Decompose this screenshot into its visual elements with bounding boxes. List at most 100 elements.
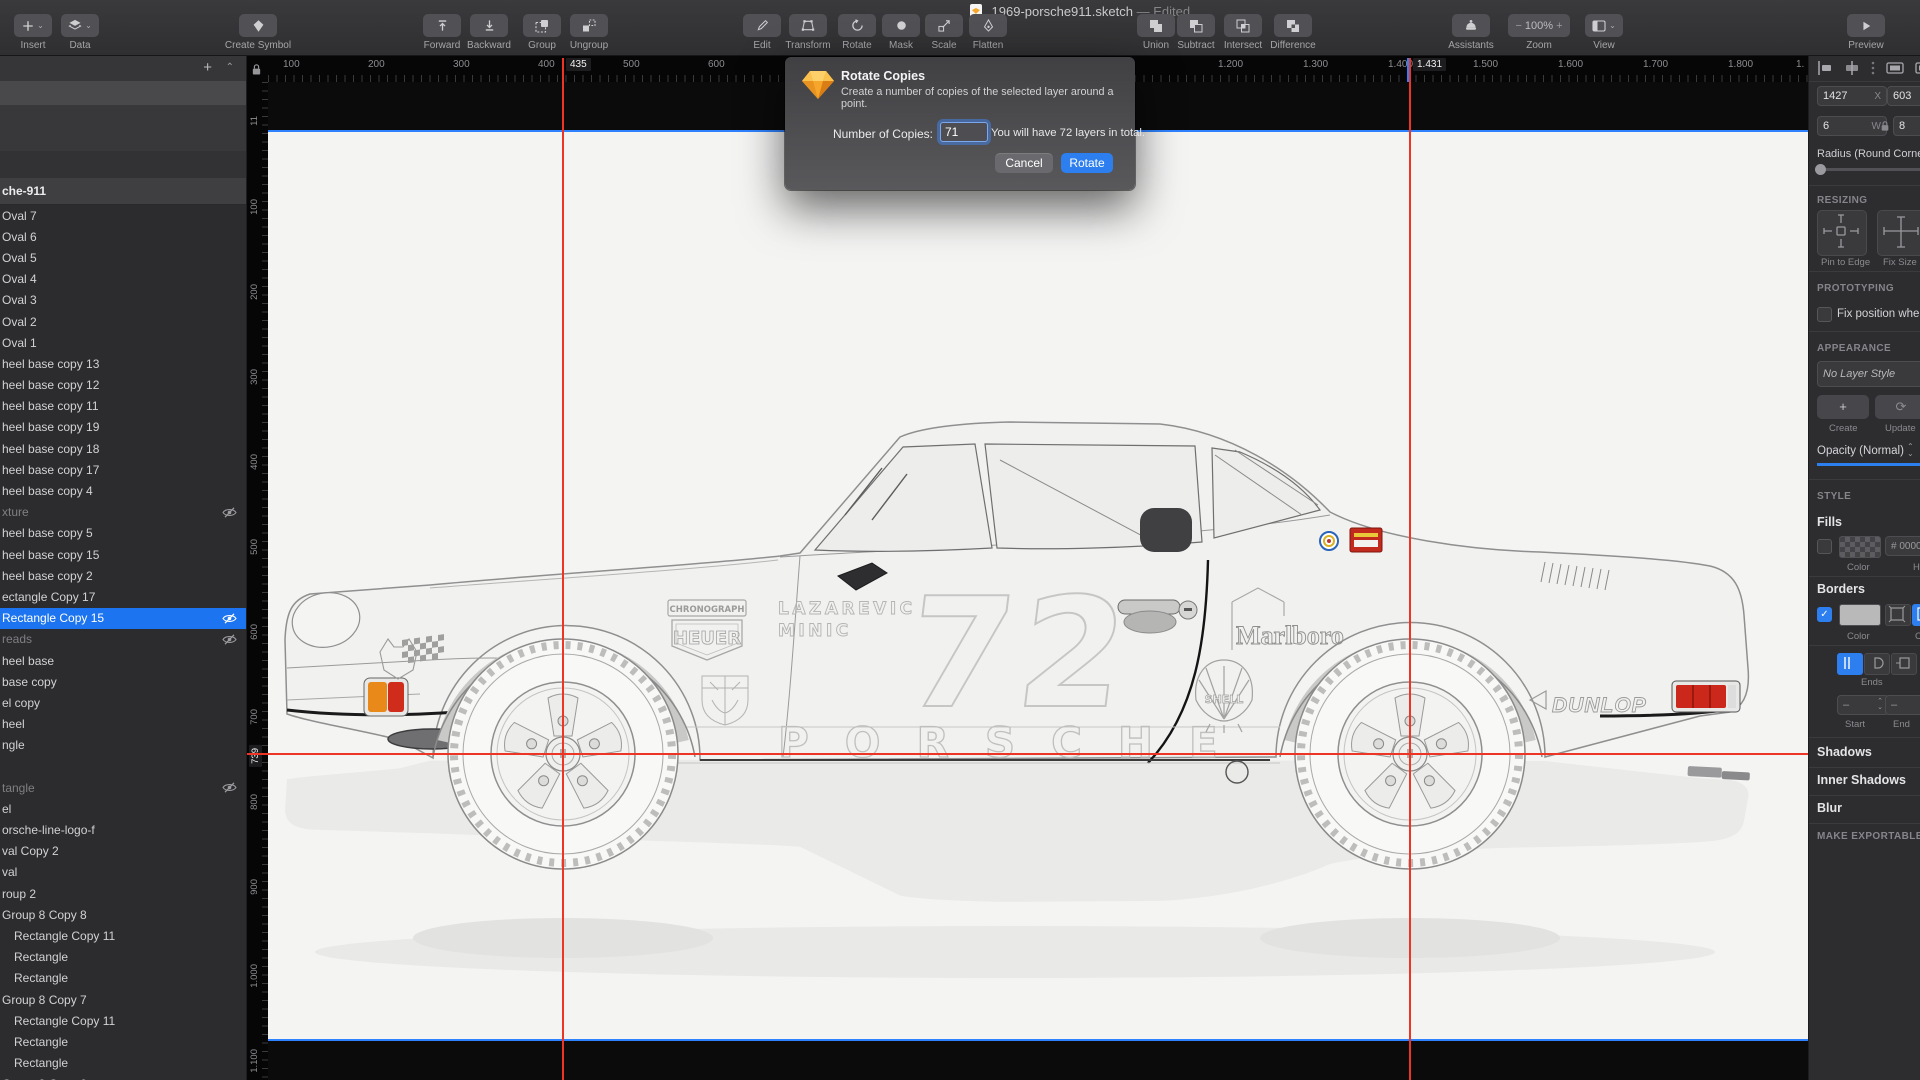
fill-hex-field[interactable]: # 00000 bbox=[1885, 536, 1920, 556]
hidden-eye-icon[interactable] bbox=[222, 634, 237, 645]
zoom-in-icon[interactable]: + bbox=[1556, 20, 1562, 32]
copies-input[interactable] bbox=[940, 122, 988, 142]
layer-row[interactable]: Oval 3 bbox=[0, 290, 246, 311]
layer-row[interactable]: Rectangle bbox=[0, 1053, 246, 1074]
layer-row[interactable]: Rectangle bbox=[0, 968, 246, 989]
layer-row[interactable]: heel base bbox=[0, 650, 246, 671]
border-center-button[interactable] bbox=[1912, 604, 1920, 626]
layer-row[interactable]: heel base copy 15 bbox=[0, 544, 246, 565]
layer-row[interactable]: roup 2 bbox=[0, 883, 246, 904]
hidden-eye-icon[interactable] bbox=[222, 782, 237, 793]
border-color-swatch[interactable] bbox=[1839, 604, 1881, 626]
zoom-out-icon[interactable]: − bbox=[1515, 20, 1521, 32]
rotate-button-confirm[interactable]: Rotate bbox=[1061, 153, 1113, 173]
layer-row[interactable]: heel bbox=[0, 714, 246, 735]
make-exportable-label[interactable]: MAKE EXPORTABLE bbox=[1817, 831, 1920, 842]
collapse-pages-icon[interactable]: ⌃ bbox=[226, 62, 234, 73]
view-button[interactable]: ⌄ View bbox=[1566, 14, 1642, 51]
layer-row[interactable]: Rectangle bbox=[0, 1031, 246, 1052]
layer-row[interactable]: Rectangle Copy 11 bbox=[0, 925, 246, 946]
layer-row[interactable]: val Copy 2 bbox=[0, 841, 246, 862]
layer-row[interactable]: Group 8 Copy 6 bbox=[0, 1074, 246, 1080]
fix-size-button[interactable] bbox=[1877, 210, 1920, 256]
layer-row[interactable]: val bbox=[0, 862, 246, 883]
align-left-icon[interactable] bbox=[1817, 60, 1833, 76]
layer-row[interactable]: Oval 4 bbox=[0, 269, 246, 290]
opacity-stepper-icon[interactable]: ⌃ ⌄ bbox=[1907, 443, 1914, 458]
difference-button[interactable]: Difference bbox=[1255, 14, 1331, 51]
layer-row[interactable]: Rectangle Copy 11 bbox=[0, 1010, 246, 1031]
cancel-button[interactable]: Cancel bbox=[995, 153, 1053, 173]
border-inside-button[interactable] bbox=[1885, 604, 1911, 626]
layer-row[interactable]: Oval 2 bbox=[0, 311, 246, 332]
align-center-icon[interactable] bbox=[1844, 60, 1860, 76]
ends-butt-button[interactable] bbox=[1837, 653, 1863, 675]
preview-button[interactable]: Preview bbox=[1828, 14, 1904, 51]
layer-row[interactable]: reads bbox=[0, 629, 246, 650]
layer-row[interactable]: heel base copy 17 bbox=[0, 459, 246, 480]
layer-row[interactable]: Oval 6 bbox=[0, 226, 246, 247]
layer-row[interactable]: base copy bbox=[0, 671, 246, 692]
horizontal-guide-739[interactable] bbox=[246, 753, 1808, 755]
arrow-end-select[interactable]: –⌃⌄ bbox=[1885, 695, 1920, 715]
align-middle-icon[interactable] bbox=[1915, 60, 1920, 76]
layer-row[interactable]: heel base copy 18 bbox=[0, 438, 246, 459]
align-top-icon[interactable] bbox=[1886, 60, 1904, 76]
selected-page-row[interactable] bbox=[0, 81, 246, 105]
ends-round-button[interactable] bbox=[1864, 653, 1890, 675]
fill-color-swatch[interactable] bbox=[1839, 536, 1881, 558]
x-position-field[interactable]: 1427 X bbox=[1817, 86, 1887, 106]
opacity-label[interactable]: Opacity (Normal) bbox=[1817, 445, 1904, 457]
layer-row[interactable] bbox=[0, 756, 246, 777]
lock-icon[interactable] bbox=[251, 63, 262, 76]
layer-row[interactable]: ectangle Copy 17 bbox=[0, 586, 246, 607]
radius-slider-knob[interactable] bbox=[1815, 164, 1826, 175]
layer-row[interactable]: Oval 5 bbox=[0, 247, 246, 268]
layer-row[interactable]: Oval 1 bbox=[0, 332, 246, 353]
opacity-slider[interactable] bbox=[1817, 463, 1920, 466]
layer-row[interactable]: Oval 7 bbox=[0, 205, 246, 226]
data-button[interactable]: ⌄ Data bbox=[42, 14, 118, 51]
lock-ratio-icon[interactable] bbox=[1880, 120, 1890, 132]
flatten-button[interactable]: Flatten bbox=[950, 14, 1026, 51]
add-page-icon[interactable]: + bbox=[203, 60, 212, 75]
shadows-section-label[interactable]: Shadows bbox=[1817, 745, 1872, 759]
layer-row[interactable]: heel base copy 4 bbox=[0, 480, 246, 501]
hidden-eye-icon[interactable] bbox=[222, 507, 237, 518]
layer-row[interactable]: Rectangle Copy 15 bbox=[0, 607, 246, 629]
layer-row[interactable]: ngle bbox=[0, 735, 246, 756]
border-checkbox[interactable]: ✓ bbox=[1817, 607, 1832, 622]
hidden-eye-icon[interactable] bbox=[222, 613, 237, 624]
update-style-button[interactable]: ⟳ bbox=[1875, 395, 1920, 419]
pin-to-edge-button[interactable] bbox=[1817, 210, 1867, 256]
layer-row[interactable]: tangle bbox=[0, 777, 246, 798]
layer-row[interactable]: Rectangle bbox=[0, 947, 246, 968]
arrow-start-select[interactable]: – ⌃ ⌄ bbox=[1837, 695, 1889, 715]
fix-position-checkbox[interactable] bbox=[1817, 307, 1832, 322]
layer-row[interactable]: heel base copy 5 bbox=[0, 523, 246, 544]
pages-list[interactable] bbox=[0, 105, 246, 151]
vertical-guide-1431[interactable] bbox=[1409, 58, 1411, 1080]
vertical-guide-435[interactable] bbox=[562, 58, 564, 1080]
height-field[interactable]: 8 bbox=[1893, 116, 1920, 136]
radius-slider[interactable] bbox=[1817, 168, 1920, 171]
layer-row[interactable]: el bbox=[0, 798, 246, 819]
ungroup-button[interactable]: Ungroup bbox=[551, 14, 627, 51]
inner-shadows-section-label[interactable]: Inner Shadows bbox=[1817, 773, 1906, 787]
y-position-field[interactable]: 603 bbox=[1887, 86, 1920, 106]
layer-row[interactable]: Group 8 Copy 7 bbox=[0, 989, 246, 1010]
layer-row[interactable]: heel base copy 2 bbox=[0, 565, 246, 586]
create-symbol-button[interactable]: Create Symbol bbox=[220, 14, 296, 51]
layer-row[interactable]: el copy bbox=[0, 692, 246, 713]
create-style-button[interactable]: + bbox=[1817, 395, 1869, 419]
layer-row[interactable]: Group 8 Copy 8 bbox=[0, 904, 246, 925]
layer-style-select[interactable]: No Layer Style bbox=[1817, 361, 1920, 387]
layer-row[interactable]: xture bbox=[0, 502, 246, 523]
ends-square-button[interactable] bbox=[1891, 653, 1917, 675]
assistants-button[interactable]: Assistants bbox=[1433, 14, 1509, 51]
layer-row[interactable]: heel base copy 19 bbox=[0, 417, 246, 438]
ruler-left[interactable]: 11 100 200 300 400 500 600 700 739 800 900 1.000 1.1… bbox=[246, 82, 268, 1080]
layer-row[interactable]: che-911 bbox=[0, 178, 246, 205]
layer-row[interactable]: heel base copy 12 bbox=[0, 375, 246, 396]
width-field[interactable]: 6W bbox=[1817, 116, 1887, 136]
